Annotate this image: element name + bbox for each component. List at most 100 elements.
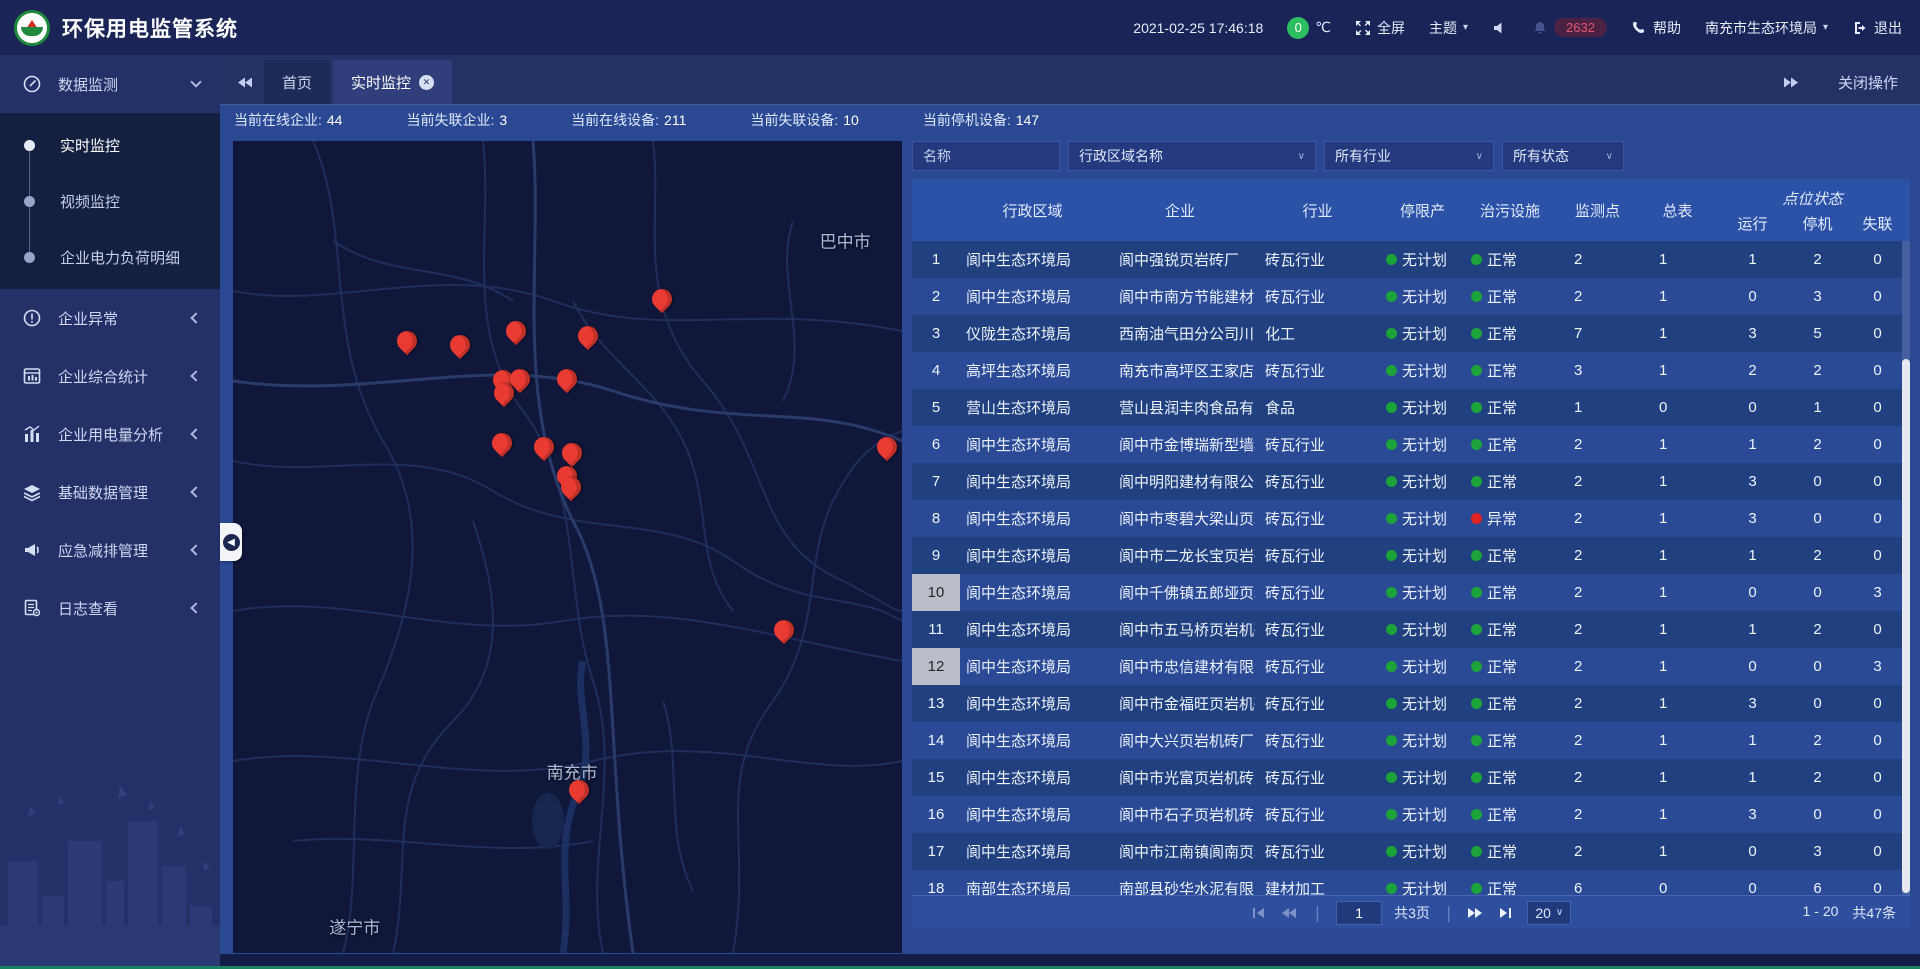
row-index: 4 — [912, 352, 960, 389]
logout-button[interactable]: 退出 — [1852, 18, 1902, 38]
sidebar-item-enterprise-stats[interactable]: 企业综合统计 — [0, 347, 220, 405]
table-row[interactable]: 15阆中生态环境局阆中市光富页岩机砖厂砖瓦行业无计划正常21120 — [912, 759, 1910, 796]
row-run: 0 — [1715, 880, 1790, 895]
tab-close-icon[interactable]: ✕ — [419, 75, 434, 90]
table-row[interactable]: 8阆中生态环境局阆中市枣碧大梁山页岩砖瓦行业无计划异常21300 — [912, 500, 1910, 537]
col-facility: 治污设施 — [1465, 200, 1555, 221]
sidebar-item-enterprise-abnormal[interactable]: 企业异常 — [0, 289, 220, 347]
city-skyline-watermark — [0, 766, 220, 966]
table-row[interactable]: 13阆中生态环境局阆中市金福旺页岩机砖砖瓦行业无计划正常21300 — [912, 685, 1910, 722]
green-dot-icon — [1386, 846, 1397, 857]
chevron-left-icon — [190, 486, 201, 497]
row-industry: 砖瓦行业 — [1255, 434, 1380, 455]
table-row[interactable]: 16阆中生态环境局阆中市石子页岩机砖厂砖瓦行业无计划正常21300 — [912, 796, 1910, 833]
industry-filter-select[interactable]: 所有行业∨ — [1324, 141, 1494, 171]
row-stop: 2 — [1790, 251, 1845, 268]
row-region: 阆中生态环境局 — [960, 693, 1105, 714]
row-meters: 1 — [1640, 547, 1715, 564]
row-region: 阆中生态环境局 — [960, 656, 1105, 677]
last-page-button[interactable] — [1497, 906, 1515, 920]
row-stop: 5 — [1790, 325, 1845, 342]
row-points: 2 — [1555, 547, 1640, 564]
row-region: 阆中生态环境局 — [960, 804, 1105, 825]
page-number-input[interactable] — [1336, 901, 1382, 925]
tab-home[interactable]: 首页 — [264, 60, 330, 104]
filter-bar: 行政区域名称∨ 所有行业∨ 所有状态∨ — [912, 141, 1910, 175]
sidebar-item-data-monitor[interactable]: 数据监测 — [0, 55, 220, 113]
fullscreen-button[interactable]: 全屏 — [1355, 18, 1405, 38]
sidebar-item-emergency-reduction[interactable]: 应急减排管理 — [0, 521, 220, 579]
row-limit-text: 无计划 — [1402, 693, 1447, 714]
row-stop: 0 — [1790, 510, 1845, 527]
table-row[interactable]: 11阆中生态环境局阆中市五马桥页岩机砖砖瓦行业无计划正常21120 — [912, 611, 1910, 648]
table-row[interactable]: 1阆中生态环境局阆中强锐页岩砖厂砖瓦行业无计划正常21120 — [912, 241, 1910, 278]
table-row[interactable]: 7阆中生态环境局阆中明阳建材有限公司砖瓦行业无计划正常21300 — [912, 463, 1910, 500]
table-row[interactable]: 10阆中生态环境局阆中千佛镇五郎垭页岩砖瓦行业无计划正常21003 — [912, 574, 1910, 611]
green-dot-icon — [1386, 587, 1397, 598]
sidebar-subitem-power-load-detail[interactable]: 企业电力负荷明细 — [0, 229, 220, 285]
table-row[interactable]: 2阆中生态环境局阆中市南方节能建材有砖瓦行业无计划正常21030 — [912, 278, 1910, 315]
page-size-select[interactable]: 20∨ — [1527, 901, 1571, 925]
row-lost: 0 — [1845, 325, 1910, 342]
table-row[interactable]: 5营山生态环境局营山县润丰肉食品有限食品无计划正常10010 — [912, 389, 1910, 426]
row-limit-text: 无计划 — [1402, 397, 1447, 418]
mute-button[interactable] — [1492, 20, 1508, 36]
help-button[interactable]: 帮助 — [1631, 18, 1681, 38]
table-row[interactable]: 12阆中生态环境局阆中市忠信建材有限公砖瓦行业无计划正常21003 — [912, 648, 1910, 685]
map-panel[interactable]: 巴中市南充市遂宁市 — [233, 141, 902, 953]
tab-realtime[interactable]: 实时监控✕ — [333, 60, 452, 104]
stat-item: 当前在线企业:44 — [234, 110, 342, 130]
row-facility-status: 正常 — [1465, 730, 1555, 751]
phone-icon — [1631, 20, 1647, 36]
sidebar-subitem-realtime-monitor[interactable]: 实时监控 — [0, 117, 220, 173]
row-index: 7 — [912, 463, 960, 500]
row-company: 阆中市金博瑞新型墙材 — [1105, 434, 1255, 455]
row-region: 阆中生态环境局 — [960, 619, 1105, 640]
chevron-down-icon: ∨ — [1606, 151, 1613, 162]
table-row[interactable]: 4高坪生态环境局南充市高坪区王家店建砖瓦行业无计划正常31220 — [912, 352, 1910, 389]
region-filter-select[interactable]: 行政区域名称∨ — [1068, 141, 1316, 171]
org-dropdown[interactable]: 南充市生态环境局▾ — [1705, 18, 1828, 38]
table-row[interactable]: 17阆中生态环境局阆中市江南镇阆南页岩砖瓦行业无计划正常21030 — [912, 833, 1910, 870]
table-row[interactable]: 3仪陇生态环境局西南油气田分公司川中化工无计划正常71350 — [912, 315, 1910, 352]
sidebar-menu: 数据监测实时监控视频监控企业电力负荷明细企业异常企业综合统计企业用电量分析基础数… — [0, 55, 220, 637]
sidebar-subitem-video-monitor[interactable]: 视频监控 — [0, 173, 220, 229]
total-records-label: 共47条 — [1852, 903, 1896, 923]
status-filter-select[interactable]: 所有状态∨ — [1502, 141, 1624, 171]
row-stop: 2 — [1790, 732, 1845, 749]
row-industry: 砖瓦行业 — [1255, 693, 1380, 714]
next-page-button[interactable] — [1467, 906, 1485, 920]
row-region: 阆中生态环境局 — [960, 286, 1105, 307]
table-row[interactable]: 14阆中生态环境局阆中大兴页岩机砖厂砖瓦行业无计划正常21120 — [912, 722, 1910, 759]
row-facility-status: 异常 — [1465, 508, 1555, 529]
stat-value: 10 — [843, 112, 859, 128]
row-limit-text: 无计划 — [1402, 545, 1447, 566]
row-facility-text: 正常 — [1487, 471, 1517, 492]
theme-dropdown[interactable]: 主题▾ — [1429, 18, 1468, 38]
table-row[interactable]: 6阆中生态环境局阆中市金博瑞新型墙材砖瓦行业无计划正常21120 — [912, 426, 1910, 463]
tabs-scroll-right-button[interactable] — [1772, 60, 1810, 104]
table-row[interactable]: 9阆中生态环境局阆中市二龙长宝页岩砖砖瓦行业无计划正常21120 — [912, 537, 1910, 574]
prev-page-button[interactable] — [1281, 906, 1299, 920]
app-header: 环保用电监管系统 2021-02-25 17:46:18 0 ℃ 全屏 主题▾ … — [0, 0, 1920, 55]
row-region: 营山生态环境局 — [960, 397, 1105, 418]
row-points: 2 — [1555, 251, 1640, 268]
sidebar-submenu: 实时监控视频监控企业电力负荷明细 — [0, 113, 220, 289]
row-facility-text: 正常 — [1487, 323, 1517, 344]
first-page-button[interactable] — [1251, 906, 1269, 920]
notification-area[interactable]: 2632 — [1532, 18, 1607, 37]
sidebar-item-power-analysis[interactable]: 企业用电量分析 — [0, 405, 220, 463]
sidebar-collapse-button[interactable]: ◀ — [220, 523, 242, 561]
close-operations-button[interactable]: 关闭操作 — [1838, 72, 1898, 93]
table-scrollbar-thumb[interactable] — [1902, 359, 1910, 893]
sidebar-item-log-view[interactable]: 日志查看 — [0, 579, 220, 637]
tabs-scroll-left-button[interactable] — [226, 60, 264, 104]
sidebar-item-base-data[interactable]: 基础数据管理 — [0, 463, 220, 521]
chevron-down-icon: ▾ — [1823, 22, 1828, 33]
name-filter-input[interactable] — [912, 141, 1060, 171]
last-page-icon — [1497, 907, 1513, 919]
row-facility-text: 正常 — [1487, 582, 1517, 603]
table-row[interactable]: 18南部生态环境局南部县砂华水泥有限公建材加工无计划正常60060 — [912, 870, 1910, 895]
row-facility-status: 正常 — [1465, 360, 1555, 381]
sidebar: 数据监测实时监控视频监控企业电力负荷明细企业异常企业综合统计企业用电量分析基础数… — [0, 55, 220, 966]
